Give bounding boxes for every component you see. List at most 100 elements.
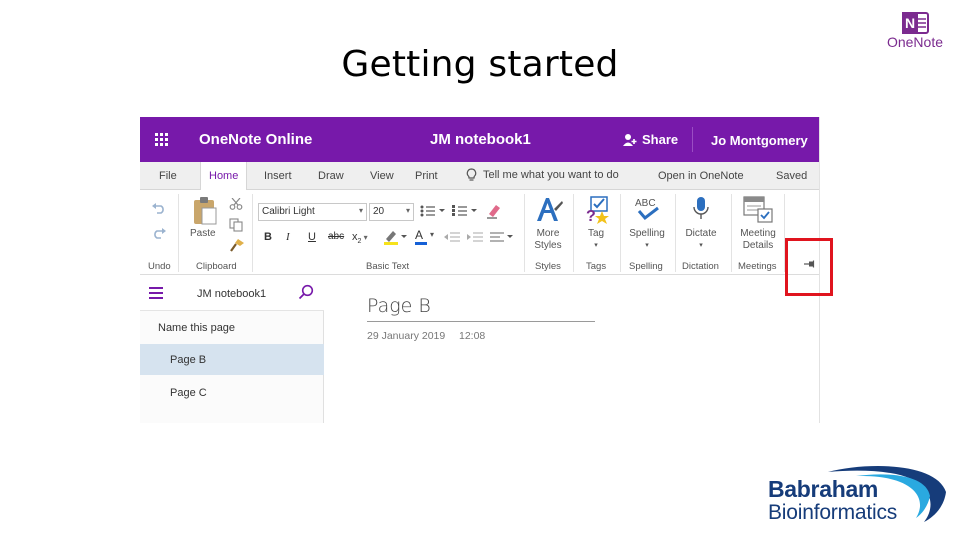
onenote-wordmark: OneNote	[886, 34, 944, 50]
page-time: 12:08	[459, 330, 486, 342]
ribbon: Undo Paste Clipboard Calibri Light ▾ 20 …	[140, 190, 819, 275]
titlebar-divider	[692, 127, 693, 152]
group-separator	[675, 194, 676, 272]
meeting-details-icon[interactable]	[742, 195, 774, 223]
dictation-group-label: Dictation	[682, 261, 719, 272]
font-name-select[interactable]: Calibri Light ▾	[258, 203, 367, 221]
tag-label: Tag	[587, 228, 605, 239]
document-name[interactable]: JM notebook1	[430, 131, 531, 148]
font-size-select[interactable]: 20 ▾	[369, 203, 414, 221]
tell-me-text: Tell me what you want to do	[483, 169, 619, 181]
meeting-details-line2: Details	[742, 240, 774, 251]
tab-insert[interactable]: Insert	[264, 170, 292, 182]
tab-print[interactable]: Print	[415, 170, 438, 182]
share-button[interactable]: Share	[622, 132, 678, 147]
font-color-button[interactable]: A ▾	[415, 228, 437, 246]
tell-me-box[interactable]: Tell me what you want to do	[466, 168, 619, 182]
spelling-group-label: Spelling	[629, 261, 663, 272]
notebook-name[interactable]: JM notebook1	[197, 288, 266, 300]
numbering-icon[interactable]	[452, 204, 478, 218]
dictate-label: Dictate	[685, 228, 717, 239]
hamburger-menu-icon[interactable]	[149, 287, 163, 299]
tab-view[interactable]: View	[370, 170, 394, 182]
share-label: Share	[642, 132, 679, 147]
bullets-icon[interactable]	[420, 204, 446, 218]
redo-icon[interactable]	[151, 227, 167, 239]
more-styles-line2: Styles	[534, 240, 562, 251]
lightbulb-icon	[466, 168, 477, 181]
meeting-details-line1: Meeting	[740, 228, 776, 239]
tag-icon[interactable]: ?	[582, 195, 612, 225]
highlighter-icon[interactable]	[383, 229, 407, 245]
onenote-logo: N OneNote	[878, 8, 952, 52]
format-painter-icon[interactable]	[229, 238, 245, 252]
slide-title: Getting started	[341, 44, 619, 85]
share-person-icon	[623, 133, 637, 146]
styles-group-label: Styles	[535, 261, 561, 272]
search-icon[interactable]	[298, 284, 314, 300]
page-title[interactable]: Page B	[367, 295, 431, 317]
spelling-icon[interactable]: ABC	[634, 195, 662, 223]
meeting-details-button[interactable]: Meeting Details	[736, 228, 780, 252]
copy-icon[interactable]	[229, 218, 243, 232]
chevron-down-icon: ▾	[430, 230, 435, 239]
subscript-button[interactable]: x2 ▾	[352, 231, 368, 245]
group-separator	[252, 194, 253, 272]
app-name[interactable]: OneNote Online	[199, 131, 312, 148]
title-bar: OneNote Online JM notebook1 Share Jo Mon…	[140, 117, 819, 162]
more-styles-line1: More	[536, 228, 560, 239]
tab-file[interactable]: File	[159, 170, 177, 182]
page-date: 29 January 2019	[367, 330, 446, 342]
tab-home[interactable]: Home	[200, 162, 248, 191]
increase-indent-icon[interactable]	[467, 232, 483, 242]
spelling-button[interactable]: Spelling ▾	[626, 228, 668, 252]
tag-button[interactable]: Tag ▾	[581, 228, 611, 252]
ribbon-tab-bar: File Home Insert Draw View Print Tell me…	[140, 162, 819, 191]
undo-group-label: Undo	[148, 261, 171, 272]
list-item-page-b[interactable]: Page B	[140, 344, 324, 375]
group-separator	[620, 194, 621, 272]
navigation-header: JM notebook1	[140, 276, 324, 311]
open-in-onenote[interactable]: Open in OneNote	[658, 170, 744, 182]
babraham-logo: Babraham Bioinformatics	[766, 462, 950, 526]
tab-draw[interactable]: Draw	[318, 170, 344, 182]
chevron-down-icon: ▾	[645, 242, 649, 249]
group-separator	[178, 194, 179, 272]
dictate-button[interactable]: Dictate ▾	[681, 228, 721, 252]
page-title-underline	[367, 321, 595, 322]
font-size-value: 20	[373, 206, 385, 217]
list-item-page-c[interactable]: Page C	[140, 377, 324, 408]
microphone-icon[interactable]	[693, 196, 709, 222]
page-canvas[interactable]: Page B 29 January 2019 12:08	[326, 276, 819, 423]
app-launcher-icon[interactable]	[155, 133, 169, 147]
list-item-name-this-page[interactable]: Name this page	[140, 312, 324, 343]
underline-button[interactable]: U	[308, 231, 316, 243]
group-separator	[524, 194, 525, 272]
babraham-line2: Bioinformatics	[768, 501, 898, 524]
user-name[interactable]: Jo Montgomery	[711, 133, 808, 148]
group-separator	[573, 194, 574, 272]
clear-formatting-icon[interactable]	[485, 202, 503, 220]
strikethrough-button[interactable]: abc	[328, 231, 344, 242]
styles-icon[interactable]	[534, 195, 564, 225]
highlight-box	[785, 238, 833, 296]
chevron-down-icon: ▾	[358, 206, 363, 215]
more-styles-button[interactable]: More Styles	[529, 228, 567, 252]
onenote-logo-letter: N	[905, 15, 915, 31]
bold-button[interactable]: B	[264, 231, 272, 243]
basic-text-group-label: Basic Text	[366, 261, 410, 272]
decrease-indent-icon[interactable]	[444, 232, 460, 242]
meetings-group-label: Meetings	[738, 261, 777, 272]
italic-button[interactable]: I	[286, 231, 290, 243]
chevron-down-icon: ▾	[699, 242, 703, 249]
font-color-swatch	[415, 242, 427, 245]
cut-icon[interactable]	[229, 198, 243, 210]
babraham-line1: Babraham	[768, 476, 879, 502]
paragraph-align-icon[interactable]	[490, 232, 514, 242]
paste-icon[interactable]	[192, 196, 218, 226]
undo-icon[interactable]	[151, 202, 167, 214]
onenote-window: OneNote Online JM notebook1 Share Jo Mon…	[140, 117, 820, 423]
paste-label: Paste	[190, 228, 216, 239]
svg-text:?: ?	[586, 208, 596, 225]
font-name-value: Calibri Light	[262, 206, 315, 217]
